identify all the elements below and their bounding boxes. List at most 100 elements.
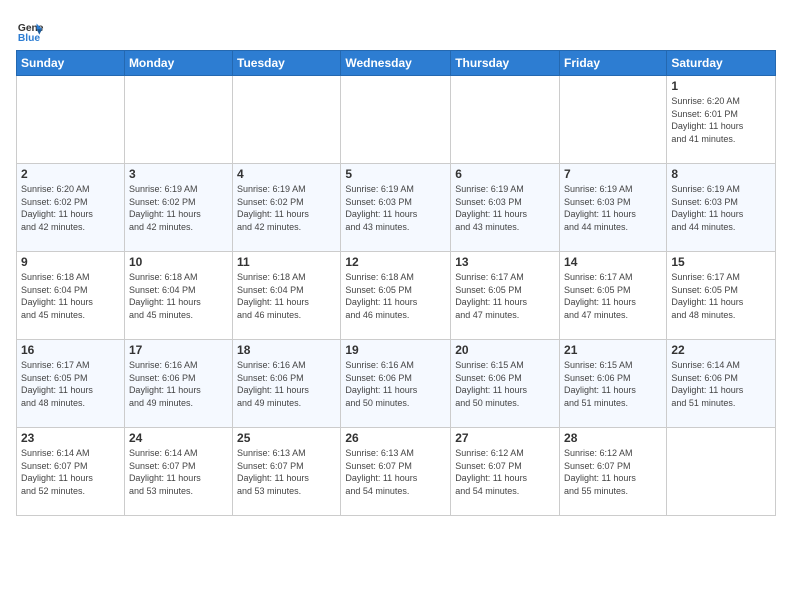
weekday-wednesday: Wednesday <box>341 51 451 76</box>
day-number: 3 <box>129 167 228 181</box>
calendar-cell: 6 Sunrise: 6:19 AM Sunset: 6:03 PM Daylig… <box>451 164 560 252</box>
calendar-cell: 16 Sunrise: 6:17 AM Sunset: 6:05 PM Dayli… <box>17 340 125 428</box>
day-number: 27 <box>455 431 555 445</box>
calendar-cell: 9 Sunrise: 6:18 AM Sunset: 6:04 PM Daylig… <box>17 252 125 340</box>
day-info: Sunrise: 6:15 AM Sunset: 6:06 PM Dayligh… <box>455 359 555 409</box>
day-number: 26 <box>345 431 446 445</box>
calendar-week-1: 1 Sunrise: 6:20 AM Sunset: 6:01 PM Daylig… <box>17 76 776 164</box>
day-info: Sunrise: 6:16 AM Sunset: 6:06 PM Dayligh… <box>345 359 446 409</box>
day-info: Sunrise: 6:13 AM Sunset: 6:07 PM Dayligh… <box>345 447 446 497</box>
calendar-cell: 28 Sunrise: 6:12 AM Sunset: 6:07 PM Dayli… <box>560 428 667 516</box>
day-number: 22 <box>671 343 771 357</box>
day-number: 15 <box>671 255 771 269</box>
day-number: 17 <box>129 343 228 357</box>
day-info: Sunrise: 6:19 AM Sunset: 6:03 PM Dayligh… <box>671 183 771 233</box>
calendar-cell <box>667 428 776 516</box>
calendar-cell: 3 Sunrise: 6:19 AM Sunset: 6:02 PM Daylig… <box>124 164 232 252</box>
calendar-cell <box>560 76 667 164</box>
weekday-thursday: Thursday <box>451 51 560 76</box>
day-number: 8 <box>671 167 771 181</box>
calendar-cell: 21 Sunrise: 6:15 AM Sunset: 6:06 PM Dayli… <box>560 340 667 428</box>
calendar-cell <box>124 76 232 164</box>
weekday-monday: Monday <box>124 51 232 76</box>
day-info: Sunrise: 6:18 AM Sunset: 6:04 PM Dayligh… <box>129 271 228 321</box>
calendar-cell: 10 Sunrise: 6:18 AM Sunset: 6:04 PM Dayli… <box>124 252 232 340</box>
day-info: Sunrise: 6:19 AM Sunset: 6:03 PM Dayligh… <box>345 183 446 233</box>
weekday-tuesday: Tuesday <box>233 51 341 76</box>
calendar-cell: 12 Sunrise: 6:18 AM Sunset: 6:05 PM Dayli… <box>341 252 451 340</box>
calendar-cell: 11 Sunrise: 6:18 AM Sunset: 6:04 PM Dayli… <box>233 252 341 340</box>
calendar-cell: 13 Sunrise: 6:17 AM Sunset: 6:05 PM Dayli… <box>451 252 560 340</box>
calendar-cell: 19Sunrise: 6:16 AM Sunset: 6:06 PM Dayli… <box>341 340 451 428</box>
calendar-cell: 14 Sunrise: 6:17 AM Sunset: 6:05 PM Dayli… <box>560 252 667 340</box>
calendar-week-4: 16 Sunrise: 6:17 AM Sunset: 6:05 PM Dayli… <box>17 340 776 428</box>
day-info: Sunrise: 6:14 AM Sunset: 6:07 PM Dayligh… <box>129 447 228 497</box>
day-info: Sunrise: 6:19 AM Sunset: 6:02 PM Dayligh… <box>129 183 228 233</box>
calendar-week-3: 9 Sunrise: 6:18 AM Sunset: 6:04 PM Daylig… <box>17 252 776 340</box>
day-info: Sunrise: 6:17 AM Sunset: 6:05 PM Dayligh… <box>564 271 662 321</box>
day-number: 2 <box>21 167 120 181</box>
day-number: 1 <box>671 79 771 93</box>
day-info: Sunrise: 6:17 AM Sunset: 6:05 PM Dayligh… <box>671 271 771 321</box>
calendar-cell: 20 Sunrise: 6:15 AM Sunset: 6:06 PM Dayli… <box>451 340 560 428</box>
day-number: 28 <box>564 431 662 445</box>
day-number: 18 <box>237 343 336 357</box>
day-info: Sunrise: 6:12 AM Sunset: 6:07 PM Dayligh… <box>564 447 662 497</box>
calendar-week-2: 2 Sunrise: 6:20 AM Sunset: 6:02 PM Daylig… <box>17 164 776 252</box>
page-header: General Blue <box>16 16 776 44</box>
day-number: 5 <box>345 167 446 181</box>
day-info: Sunrise: 6:14 AM Sunset: 6:06 PM Dayligh… <box>671 359 771 409</box>
day-number: 13 <box>455 255 555 269</box>
day-info: Sunrise: 6:20 AM Sunset: 6:02 PM Dayligh… <box>21 183 120 233</box>
weekday-saturday: Saturday <box>667 51 776 76</box>
calendar-cell: 18 Sunrise: 6:16 AM Sunset: 6:06 PM Dayli… <box>233 340 341 428</box>
calendar-cell: 17 Sunrise: 6:16 AM Sunset: 6:06 PM Dayli… <box>124 340 232 428</box>
day-info: Sunrise: 6:19 AM Sunset: 6:03 PM Dayligh… <box>455 183 555 233</box>
day-number: 9 <box>21 255 120 269</box>
day-number: 11 <box>237 255 336 269</box>
calendar-cell <box>451 76 560 164</box>
calendar-week-5: 23Sunrise: 6:14 AM Sunset: 6:07 PM Dayli… <box>17 428 776 516</box>
day-info: Sunrise: 6:13 AM Sunset: 6:07 PM Dayligh… <box>237 447 336 497</box>
calendar-table: SundayMondayTuesdayWednesdayThursdayFrid… <box>16 50 776 516</box>
day-info: Sunrise: 6:16 AM Sunset: 6:06 PM Dayligh… <box>237 359 336 409</box>
day-number: 25 <box>237 431 336 445</box>
day-info: Sunrise: 6:18 AM Sunset: 6:04 PM Dayligh… <box>237 271 336 321</box>
calendar-cell <box>17 76 125 164</box>
day-number: 6 <box>455 167 555 181</box>
calendar-cell: 1 Sunrise: 6:20 AM Sunset: 6:01 PM Daylig… <box>667 76 776 164</box>
day-number: 10 <box>129 255 228 269</box>
calendar-cell <box>233 76 341 164</box>
day-info: Sunrise: 6:18 AM Sunset: 6:05 PM Dayligh… <box>345 271 446 321</box>
day-info: Sunrise: 6:18 AM Sunset: 6:04 PM Dayligh… <box>21 271 120 321</box>
logo: General Blue <box>16 16 44 44</box>
day-info: Sunrise: 6:15 AM Sunset: 6:06 PM Dayligh… <box>564 359 662 409</box>
calendar-cell: 22 Sunrise: 6:14 AM Sunset: 6:06 PM Dayli… <box>667 340 776 428</box>
day-info: Sunrise: 6:20 AM Sunset: 6:01 PM Dayligh… <box>671 95 771 145</box>
weekday-header-row: SundayMondayTuesdayWednesdayThursdayFrid… <box>17 51 776 76</box>
day-number: 14 <box>564 255 662 269</box>
calendar-cell: 7Sunrise: 6:19 AM Sunset: 6:03 PM Daylig… <box>560 164 667 252</box>
calendar-cell: 25 Sunrise: 6:13 AM Sunset: 6:07 PM Dayli… <box>233 428 341 516</box>
day-info: Sunrise: 6:16 AM Sunset: 6:06 PM Dayligh… <box>129 359 228 409</box>
day-number: 12 <box>345 255 446 269</box>
day-number: 16 <box>21 343 120 357</box>
day-number: 7 <box>564 167 662 181</box>
logo-icon: General Blue <box>16 16 44 44</box>
calendar-cell: 5 Sunrise: 6:19 AM Sunset: 6:03 PM Daylig… <box>341 164 451 252</box>
calendar-cell: 27 Sunrise: 6:12 AM Sunset: 6:07 PM Dayli… <box>451 428 560 516</box>
calendar-cell: 26 Sunrise: 6:13 AM Sunset: 6:07 PM Dayli… <box>341 428 451 516</box>
weekday-sunday: Sunday <box>17 51 125 76</box>
calendar-cell: 8 Sunrise: 6:19 AM Sunset: 6:03 PM Daylig… <box>667 164 776 252</box>
day-number: 21 <box>564 343 662 357</box>
day-number: 20 <box>455 343 555 357</box>
calendar-cell <box>341 76 451 164</box>
day-info: Sunrise: 6:17 AM Sunset: 6:05 PM Dayligh… <box>21 359 120 409</box>
calendar-cell: 4Sunrise: 6:19 AM Sunset: 6:02 PM Daylig… <box>233 164 341 252</box>
day-info: Sunrise: 6:17 AM Sunset: 6:05 PM Dayligh… <box>455 271 555 321</box>
calendar-cell: 24 Sunrise: 6:14 AM Sunset: 6:07 PM Dayli… <box>124 428 232 516</box>
day-number: 24 <box>129 431 228 445</box>
calendar-cell: 15 Sunrise: 6:17 AM Sunset: 6:05 PM Dayli… <box>667 252 776 340</box>
day-info: Sunrise: 6:12 AM Sunset: 6:07 PM Dayligh… <box>455 447 555 497</box>
day-info: Sunrise: 6:14 AM Sunset: 6:07 PM Dayligh… <box>21 447 120 497</box>
